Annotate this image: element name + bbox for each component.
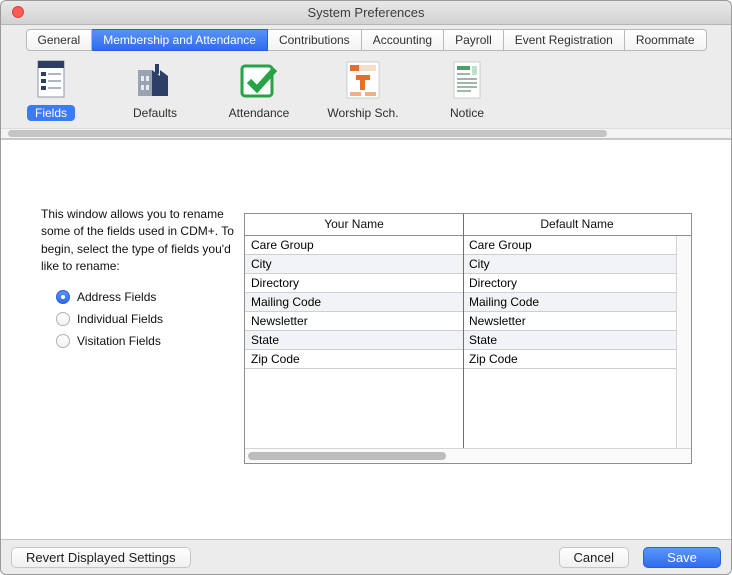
your-name-cell[interactable]: Mailing Code [245, 293, 463, 311]
defaults-icon [133, 56, 177, 102]
revert-displayed-settings-button[interactable]: Revert Displayed Settings [11, 547, 191, 568]
fields-table: Your Name Default Name Care GroupCare Gr… [244, 213, 692, 464]
field-type-radio-group: Address Fields Individual Fields Visitat… [56, 286, 163, 352]
default-name-cell[interactable]: Mailing Code [463, 293, 676, 311]
table-vertical-scrollbar[interactable] [676, 236, 691, 448]
radio-label: Address Fields [77, 290, 156, 304]
radio-label: Individual Fields [77, 312, 163, 326]
radio-visitation-fields[interactable]: Visitation Fields [56, 330, 163, 352]
cancel-button[interactable]: Cancel [559, 547, 629, 568]
column-divider [463, 214, 464, 448]
preference-icon-toolbar: Fields Defaults [7, 56, 731, 126]
table-header: Your Name Default Name [245, 214, 691, 236]
radio-individual-fields[interactable]: Individual Fields [56, 308, 163, 330]
default-name-cell[interactable]: Directory [463, 274, 676, 292]
tab-roommate[interactable]: Roommate [625, 29, 707, 51]
title-bar: System Preferences [1, 1, 731, 25]
tab-accounting[interactable]: Accounting [362, 29, 444, 51]
your-name-cell[interactable]: Care Group [245, 236, 463, 254]
table-horizontal-scrollbar[interactable] [245, 448, 691, 463]
tab-membership-and-attendance[interactable]: Membership and Attendance [92, 29, 268, 51]
table-row[interactable]: Mailing CodeMailing Code [245, 293, 676, 312]
default-name-cell[interactable]: Care Group [463, 236, 676, 254]
tab-bar: General Membership and Attendance Contri… [1, 25, 731, 55]
save-button[interactable]: Save [643, 547, 721, 568]
default-name-cell[interactable]: Zip Code [463, 350, 676, 368]
close-button[interactable] [12, 6, 24, 18]
fields-icon [31, 56, 71, 102]
toolbar-item-label: Notice [442, 105, 492, 121]
fields-pane: This window allows you to rename some of… [1, 139, 731, 539]
radio-button-icon[interactable] [56, 334, 70, 348]
your-name-cell[interactable]: Directory [245, 274, 463, 292]
your-name-cell[interactable]: Newsletter [245, 312, 463, 330]
table-horizontal-scrollbar-thumb[interactable] [248, 452, 446, 460]
default-name-cell[interactable]: City [463, 255, 676, 273]
tab-event-registration[interactable]: Event Registration [504, 29, 625, 51]
toolbar-item-label: Worship Sch. [319, 105, 406, 121]
pane-description: This window allows you to rename some of… [41, 206, 249, 276]
toolbar-scrollbar-thumb[interactable] [8, 130, 607, 137]
radio-label: Visitation Fields [77, 334, 161, 348]
toolbar-item-label: Fields [27, 105, 75, 121]
your-name-cell[interactable]: City [245, 255, 463, 273]
footer-bar: Revert Displayed Settings Cancel Save [1, 539, 731, 574]
toolbar-item-fields[interactable]: Fields [7, 56, 95, 121]
radio-button-icon[interactable] [56, 290, 70, 304]
table-body: Care GroupCare GroupCityCityDirectoryDir… [245, 236, 676, 448]
table-row[interactable]: Zip CodeZip Code [245, 350, 676, 369]
your-name-cell[interactable]: State [245, 331, 463, 349]
toolbar-item-label: Attendance [221, 105, 298, 121]
notice-icon [445, 56, 489, 102]
tab-contributions[interactable]: Contributions [268, 29, 362, 51]
radio-address-fields[interactable]: Address Fields [56, 286, 163, 308]
table-row[interactable]: StateState [245, 331, 676, 350]
table-row[interactable]: NewsletterNewsletter [245, 312, 676, 331]
tab-general[interactable]: General [26, 29, 93, 51]
toolbar-item-worship-schedule[interactable]: Worship Sch. [319, 56, 407, 121]
toolbar-item-notice[interactable]: Notice [423, 56, 511, 121]
system-preferences-window: System Preferences General Membership an… [0, 0, 732, 575]
toolbar-scrollbar[interactable] [1, 128, 731, 139]
window-title: System Preferences [1, 1, 731, 24]
default-name-cell[interactable]: Newsletter [463, 312, 676, 330]
table-row[interactable]: Care GroupCare Group [245, 236, 676, 255]
your-name-cell[interactable]: Zip Code [245, 350, 463, 368]
toolbar-item-label: Defaults [125, 105, 185, 121]
column-header-your-name[interactable]: Your Name [245, 214, 463, 235]
default-name-cell[interactable]: State [463, 331, 676, 349]
worship-schedule-icon [341, 56, 385, 102]
tab-payroll[interactable]: Payroll [444, 29, 504, 51]
table-row[interactable]: DirectoryDirectory [245, 274, 676, 293]
toolbar-item-attendance[interactable]: Attendance [215, 56, 303, 121]
attendance-icon [237, 56, 281, 102]
radio-button-icon[interactable] [56, 312, 70, 326]
table-row[interactable]: CityCity [245, 255, 676, 274]
toolbar-item-defaults[interactable]: Defaults [111, 56, 199, 121]
column-header-default-name[interactable]: Default Name [463, 214, 691, 235]
